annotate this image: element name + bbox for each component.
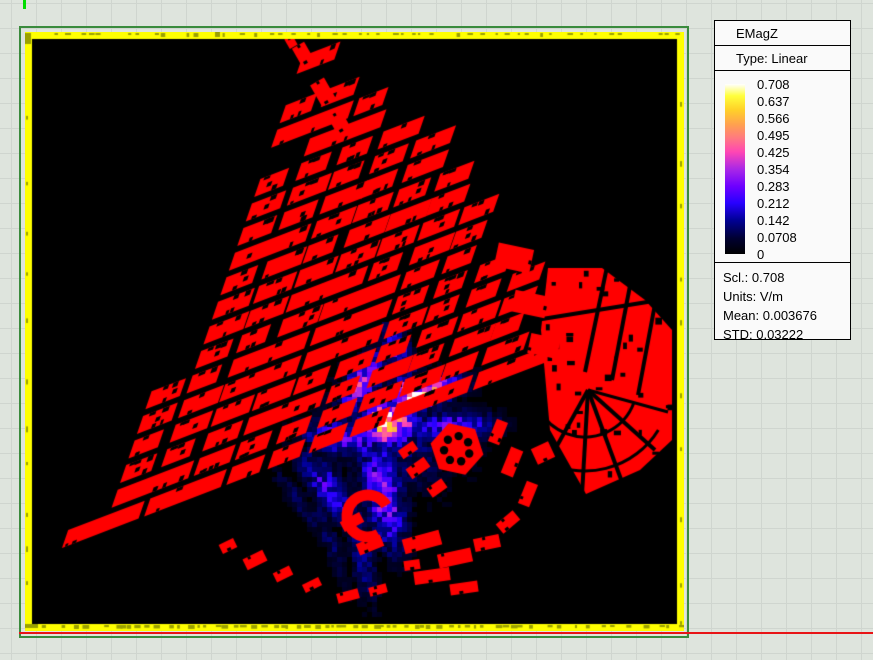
application-viewport: EMagZ Type: Linear 0.708 0.637 0.566 0.495 0… xyxy=(0,0,873,660)
legend-tick-label: 0.212 xyxy=(757,196,790,211)
stat-std: STD: 0.03222 xyxy=(723,327,804,342)
stat-units: Units: V/m xyxy=(723,289,783,304)
colorbar-gradient xyxy=(725,84,745,254)
legend-colorbar-box: 0.708 0.637 0.566 0.495 0.425 0.354 0.283 0.212… xyxy=(714,70,851,263)
legend-title-box: EMagZ xyxy=(714,20,851,46)
legend-tick-label: 0.566 xyxy=(757,111,790,126)
viewport-edge-highlight-icon xyxy=(23,0,26,9)
x-axis-red-line xyxy=(19,632,873,634)
legend-type-label: Type: Linear xyxy=(736,50,808,66)
legend-tick-label: 0 xyxy=(757,247,765,262)
legend-title: EMagZ xyxy=(736,25,778,41)
legend-tick-label: 0.708 xyxy=(757,77,790,92)
legend-tick-label: 0.283 xyxy=(757,179,790,194)
legend-tick-label: 0.637 xyxy=(757,94,790,109)
stat-scale: Scl.: 0.708 xyxy=(723,270,785,285)
colorbar-tick-labels: 0.708 0.637 0.566 0.495 0.425 0.354 0.283 0.212… xyxy=(757,77,847,262)
legend-tick-label: 0.425 xyxy=(757,145,790,160)
legend-type-box: Type: Linear xyxy=(714,45,851,71)
legend-panel: EMagZ Type: Linear 0.708 0.637 0.566 0.495 0… xyxy=(714,20,851,342)
legend-tick-label: 0.0708 xyxy=(757,230,797,245)
simulation-map-canvas[interactable] xyxy=(25,32,684,631)
legend-tick-label: 0.142 xyxy=(757,213,790,228)
legend-tick-label: 0.354 xyxy=(757,162,790,177)
legend-tick-label: 0.495 xyxy=(757,128,790,143)
stat-mean: Mean: 0.003676 xyxy=(723,308,817,323)
legend-stats-box: Scl.: 0.708 Units: V/m Mean: 0.003676 ST… xyxy=(714,262,851,342)
